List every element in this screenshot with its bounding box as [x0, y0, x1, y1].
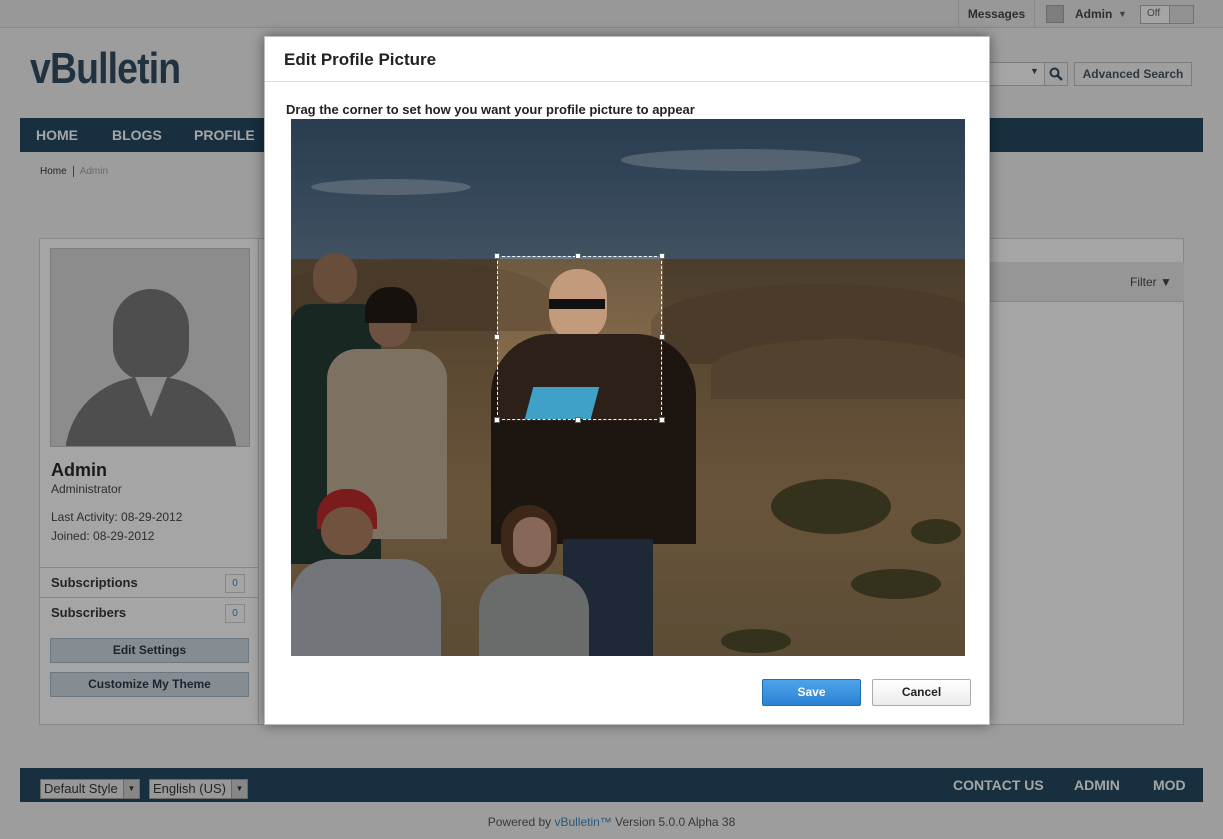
- cancel-button[interactable]: Cancel: [872, 679, 971, 706]
- crop-handle-top[interactable]: [575, 253, 581, 259]
- crop-handle-left[interactable]: [494, 334, 500, 340]
- dialog-title: Edit Profile Picture: [284, 50, 437, 69]
- dialog-instruction: Drag the corner to set how you want your…: [286, 102, 695, 117]
- crop-selection-box[interactable]: [494, 253, 665, 423]
- crop-handle-bottom-right[interactable]: [659, 417, 665, 423]
- crop-handle-bottom[interactable]: [575, 417, 581, 423]
- dialog-divider: [265, 81, 989, 82]
- save-button[interactable]: Save: [762, 679, 861, 706]
- crop-handle-right[interactable]: [659, 334, 665, 340]
- crop-handle-top-left[interactable]: [494, 253, 500, 259]
- edit-profile-picture-dialog: Edit Profile Picture Drag the corner to …: [264, 36, 990, 725]
- profile-photo-canvas[interactable]: [291, 119, 965, 656]
- crop-handle-top-right[interactable]: [659, 253, 665, 259]
- crop-handle-bottom-left[interactable]: [494, 417, 500, 423]
